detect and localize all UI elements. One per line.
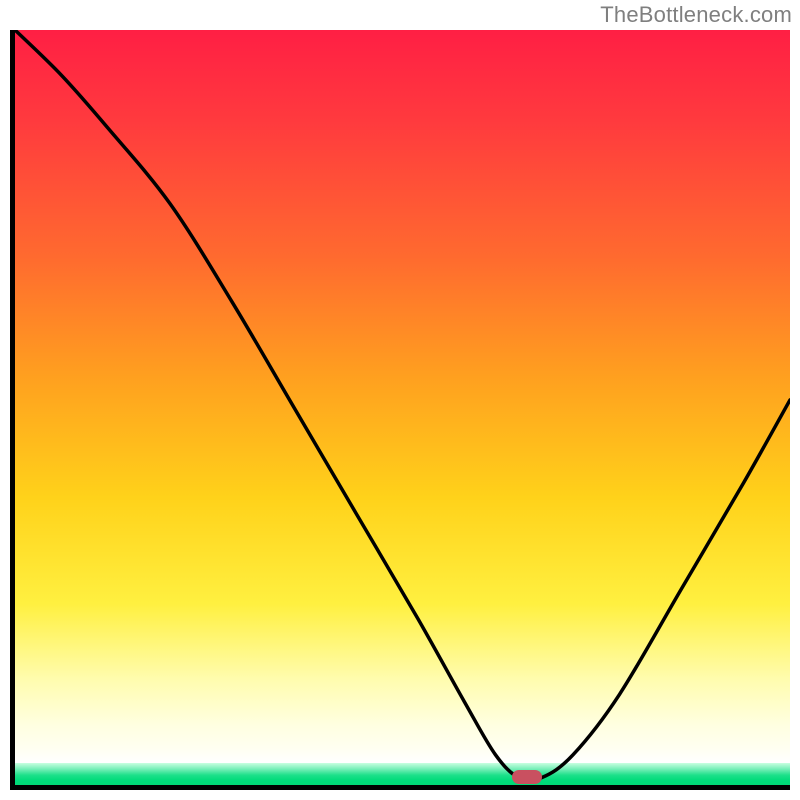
- watermark-text: TheBottleneck.com: [600, 2, 792, 28]
- chart-plot-area: [10, 30, 790, 790]
- chart-green-band: [15, 763, 790, 785]
- chart-background-gradient: [15, 30, 790, 785]
- optimal-point-marker: [512, 770, 542, 784]
